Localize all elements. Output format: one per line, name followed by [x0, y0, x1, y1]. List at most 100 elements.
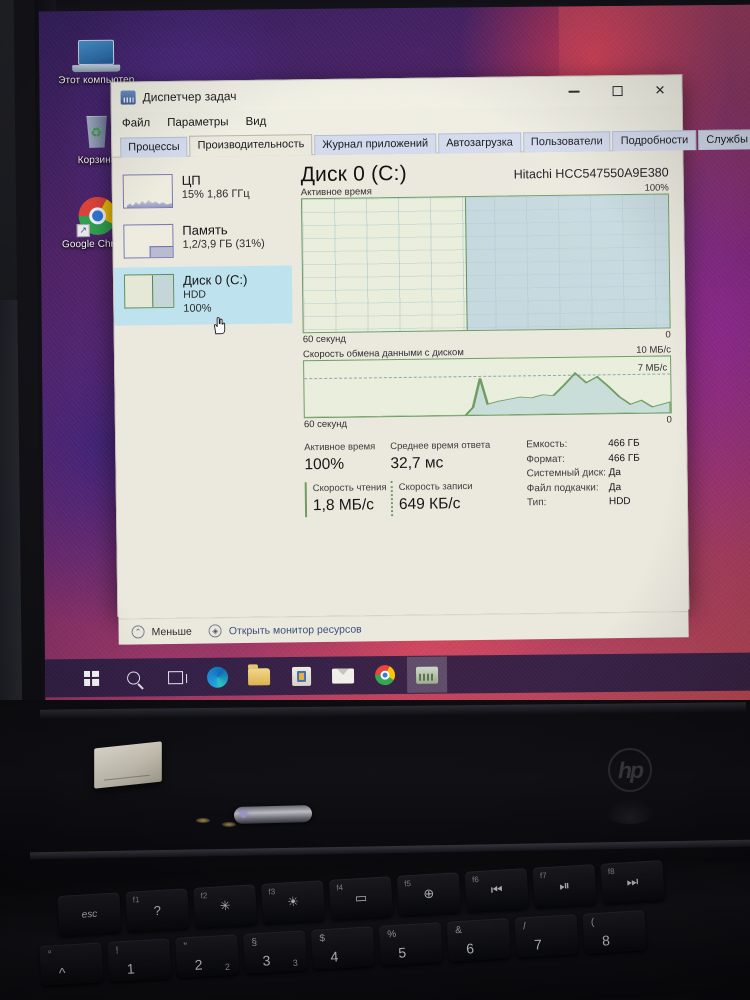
taskbar-store-button[interactable] [281, 658, 321, 694]
hand-cursor [213, 317, 226, 335]
sidebar-item-disk[interactable]: Диск 0 (C:) HDD 100% [113, 265, 293, 326]
key-label: 6 [465, 940, 475, 957]
info-key: Файл подкачки: [526, 482, 599, 495]
active-time-graph-max: 100% [644, 182, 669, 194]
maximize-button[interactable] [595, 76, 638, 107]
key-glyph: ⏮ [490, 881, 504, 898]
menu-item-file[interactable]: Файл [122, 117, 150, 129]
transfer-rate-line-svg [304, 371, 671, 418]
key-glyph: ? [153, 902, 162, 918]
key-glyph: ✳ [219, 897, 232, 914]
resource-monitor-icon[interactable]: ◈ [208, 624, 222, 638]
key-sup-label: § [251, 937, 258, 949]
info-key: Тип: [526, 497, 547, 509]
stat-value: 1,8 МБ/с [312, 496, 375, 515]
key-6[interactable]: & 6 [446, 918, 511, 962]
info-key: Емкость: [526, 438, 568, 451]
stat-value: 32,7 мс [390, 454, 444, 473]
this-pc-icon [57, 29, 135, 76]
key-1[interactable]: ! 1 [107, 938, 172, 982]
close-button[interactable]: ✕ [638, 75, 681, 106]
desktop-icon-this-pc[interactable]: Этот компьютер [57, 29, 136, 87]
key-f1[interactable]: f1? [125, 888, 190, 932]
taskbar-file-explorer-button[interactable] [239, 658, 279, 694]
taskbar-mail-button[interactable] [323, 657, 363, 693]
key-glyph: ⏭ [626, 873, 639, 890]
key-label: 7 [533, 936, 543, 953]
key-f5[interactable]: f5 ⊕ [396, 872, 462, 916]
info-key: Системный диск: [526, 467, 607, 480]
key-fn-label: f6 [471, 874, 480, 885]
key-sup-label: / [522, 921, 527, 933]
key-f6[interactable]: f6 ⏮ [464, 868, 529, 912]
task-view-icon [167, 670, 183, 684]
key-esc[interactable]: esc [57, 892, 122, 936]
transfer-rate-graph: 7 МБ/с [303, 355, 672, 419]
key-5[interactable]: % 5 [378, 922, 444, 966]
laptop-screen: Этот компьютер ♻ Корзина ↗ Google Chrome… [38, 4, 750, 712]
stat-read-speed: Скорость чтения 1,8 МБ/с [304, 481, 392, 518]
stat-average-response-time: Среднее время ответа 32,7 мс [390, 439, 508, 476]
tab-services[interactable]: Службы [698, 129, 750, 151]
key-glyph: ⊕ [422, 885, 435, 902]
stat-label: Скорость чтения [312, 482, 387, 495]
taskbar-task-view-button[interactable] [155, 659, 195, 695]
task-manager-window[interactable]: Диспетчер задач ✕ Файл Параметры Вид Про… [110, 74, 750, 645]
menu-item-view[interactable]: Вид [245, 116, 266, 128]
key-f3[interactable]: f3 ☀ [260, 880, 326, 924]
task-manager-icon [415, 666, 439, 684]
info-row-format: Формат: 466 ГБ [526, 451, 640, 467]
stat-label: Активное время [304, 441, 376, 454]
active-time-graph [300, 193, 671, 334]
taskbar-edge-button[interactable] [197, 659, 237, 695]
windows-taskbar [44, 652, 750, 698]
tab-app-history[interactable]: Журнал приложений [314, 133, 437, 156]
open-resource-monitor-link[interactable]: Открыть монитор ресурсов [229, 623, 362, 637]
key-f4[interactable]: f4 ▭ [328, 876, 394, 920]
status-led-left [196, 818, 210, 823]
key-f2[interactable]: f2 ✳ [193, 884, 258, 928]
key-3[interactable]: § 3 3 [242, 930, 308, 974]
minimize-button[interactable] [552, 76, 595, 107]
tab-performance[interactable]: Производительность [189, 134, 313, 157]
stat-write-speed: Скорость записи 649 КБ/с [390, 479, 510, 517]
info-row-type: Тип: HDD [527, 495, 641, 511]
key-sup-label: $ [319, 933, 326, 945]
chevron-up-icon[interactable]: ⌃ [131, 625, 145, 639]
key-fn-label: f5 [403, 879, 412, 889]
window-controls: ✕ [552, 75, 681, 107]
info-value: Да [608, 467, 621, 479]
key-7[interactable]: /7 [514, 914, 579, 958]
file-explorer-icon [247, 667, 271, 685]
power-button[interactable] [233, 804, 313, 825]
key-f8[interactable]: f8 ⏭ [600, 860, 665, 904]
transfer-rate-graph-time: 60 секунд [303, 418, 348, 431]
memory-thumbnail-graph [123, 223, 174, 259]
key-fn-label: f3 [268, 887, 276, 897]
key-fn-label: f4 [336, 883, 344, 893]
key-8[interactable]: (8 [582, 910, 647, 954]
key-circumflex[interactable]: ° ^ [39, 942, 104, 986]
key-2[interactable]: " 2 2 [175, 934, 240, 978]
key-label: 5 [397, 944, 407, 961]
tab-processes[interactable]: Процессы [120, 136, 188, 158]
tab-details[interactable]: Подробности [612, 130, 697, 152]
key-f7[interactable]: f7 ⏯ [532, 864, 597, 908]
taskbar-start-button[interactable] [71, 660, 111, 696]
taskbar-chrome-button[interactable] [365, 657, 405, 693]
menu-item-options[interactable]: Параметры [167, 116, 228, 129]
info-value: 466 ГБ [608, 437, 640, 450]
taskbar-search-button[interactable] [113, 659, 153, 695]
key-sup-label: ( [590, 917, 595, 929]
sidebar-item-memory[interactable]: Память 1,2/3,9 ГБ (31%) [113, 215, 292, 267]
tab-users[interactable]: Пользователи [522, 131, 611, 153]
taskbar-task-manager-button[interactable] [406, 656, 448, 693]
fewer-details-button[interactable]: Меньше [152, 625, 192, 638]
tab-startup[interactable]: Автозагрузка [438, 132, 522, 154]
chrome-icon [374, 665, 396, 686]
key-4[interactable]: $4 [310, 926, 376, 970]
sidebar-item-detail: 1,2/3,9 ГБ (31%) [182, 237, 265, 251]
sidebar-item-cpu[interactable]: ЦП 15% 1,86 ГГц [113, 165, 292, 217]
info-row-page-file: Файл подкачки: Да [527, 481, 641, 497]
edge-icon [206, 666, 228, 688]
